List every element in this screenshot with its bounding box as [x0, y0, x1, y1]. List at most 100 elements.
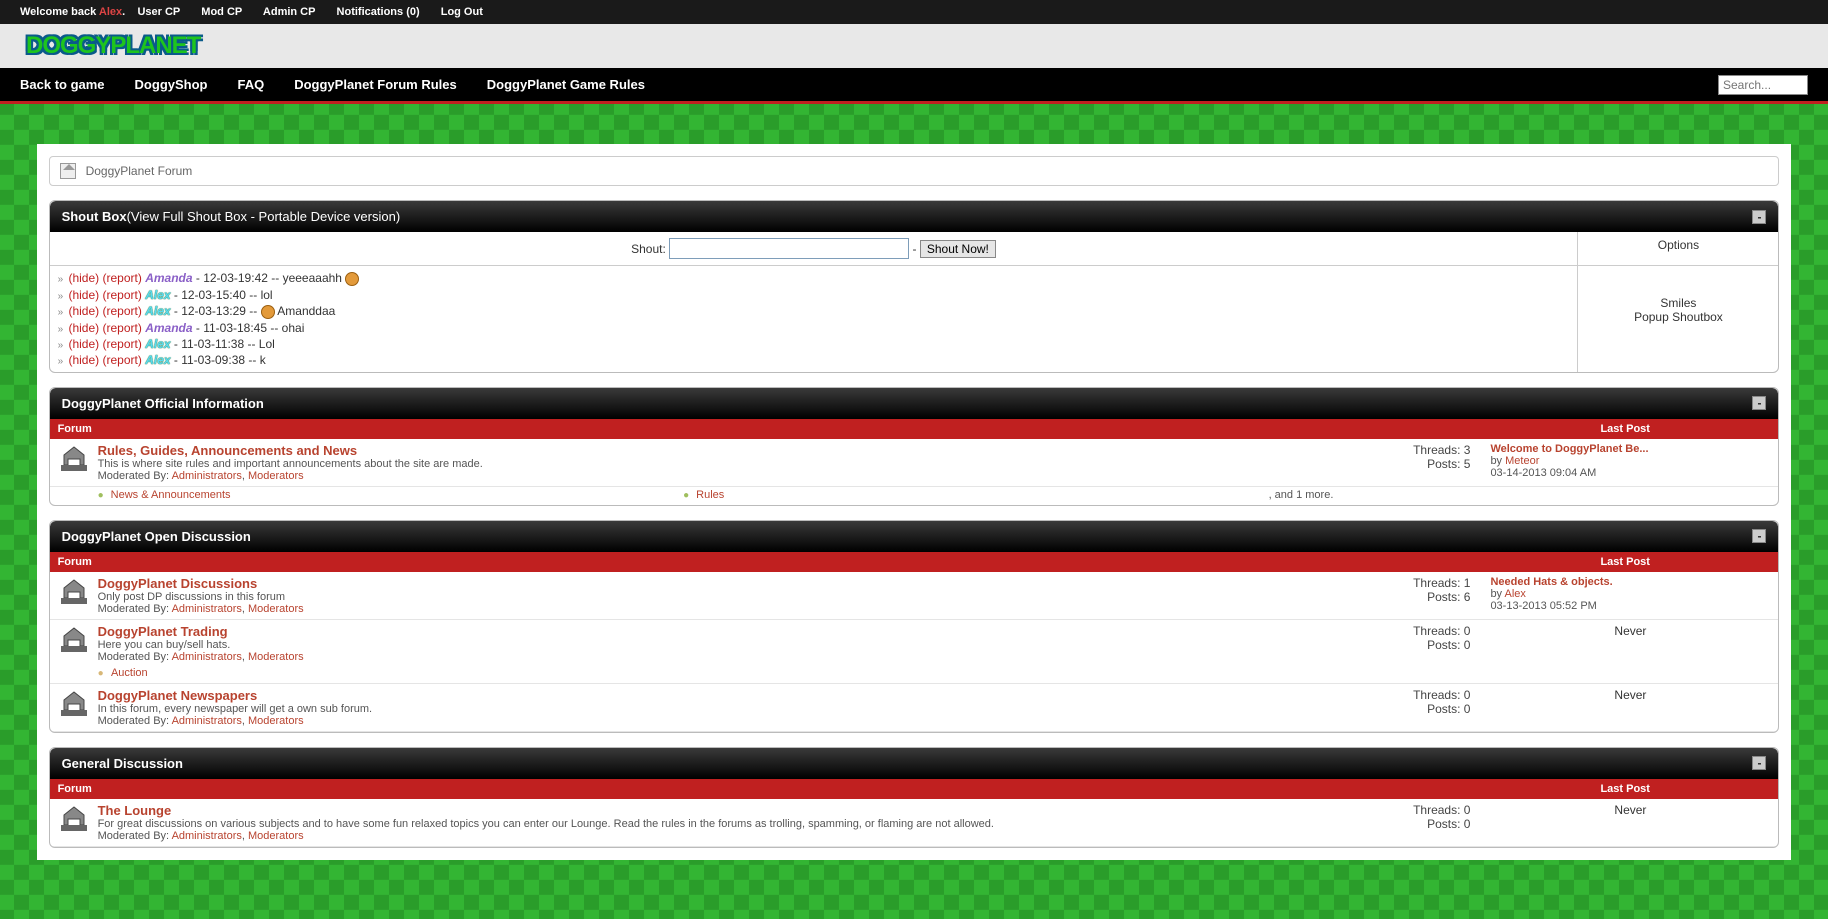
mod-admins[interactable]: Administrators [172, 715, 242, 727]
posts-count: Posts: 0 [1390, 638, 1470, 652]
admincp-link[interactable]: Admin CP [263, 6, 316, 18]
emoji-icon [261, 305, 275, 319]
last-post-title[interactable]: Needed Hats & objects. [1490, 576, 1612, 588]
nav-back[interactable]: Back to game [20, 77, 105, 92]
last-never: Never [1490, 688, 1770, 702]
forum-link[interactable]: The Lounge [98, 803, 172, 818]
by-pre: by [1490, 588, 1504, 600]
subforum-link[interactable]: Auction [111, 667, 148, 679]
home-icon[interactable] [60, 163, 76, 179]
threads-count: Threads: 1 [1390, 576, 1470, 590]
cat-title: General Discussion [62, 756, 183, 771]
col-forum: Forum [58, 423, 92, 435]
breadcrumb: DoggyPlanet Forum [49, 156, 1780, 186]
hide-link[interactable]: (hide) [68, 304, 99, 318]
mod-admins[interactable]: Administrators [172, 651, 242, 663]
posts-count: Posts: 0 [1390, 702, 1470, 716]
nav-forum-rules[interactable]: DoggyPlanet Forum Rules [294, 77, 457, 92]
forum-link[interactable]: DoggyPlanet Discussions [98, 576, 258, 591]
hide-link[interactable]: (hide) [68, 271, 99, 285]
shout-input[interactable] [669, 238, 909, 259]
subforum-link[interactable]: Rules [696, 489, 724, 501]
shout-message: » (hide) (report) Alex - 11-03-11:38 -- … [58, 336, 1570, 352]
threads-count: Threads: 0 [1390, 688, 1470, 702]
smiles-link[interactable]: Smiles [1660, 296, 1696, 310]
forum-row: DoggyPlanet Trading Here you can buy/sel… [50, 620, 1779, 684]
mod-mods[interactable]: Moderators [248, 715, 304, 727]
collapse-icon[interactable]: - [1752, 396, 1766, 410]
emoji-icon [345, 272, 359, 286]
mod-pre: Moderated By: [98, 470, 172, 482]
shout-user[interactable]: Alex [145, 337, 170, 351]
forum-desc: In this forum, every newspaper will get … [98, 703, 1391, 715]
topbar: Welcome back Alex. User CP Mod CP Admin … [0, 0, 1828, 24]
nav-game-rules[interactable]: DoggyPlanet Game Rules [487, 77, 645, 92]
shoutbox-subtitle[interactable]: (View Full Shout Box - Portable Device v… [127, 209, 401, 224]
forum-icon [58, 576, 98, 615]
nav-shop[interactable]: DoggyShop [135, 77, 208, 92]
report-link[interactable]: (report) [103, 321, 142, 335]
shout-user[interactable]: Alex [145, 353, 170, 367]
mod-admins[interactable]: Administrators [172, 603, 242, 615]
subforum-link[interactable]: News & Announcements [111, 489, 231, 501]
shout-now-button[interactable]: Shout Now! [920, 240, 996, 258]
forum-desc: Here you can buy/sell hats. [98, 639, 1391, 651]
arrow-icon: » [58, 291, 64, 302]
mod-mods[interactable]: Moderators [248, 603, 304, 615]
bullet-icon: ● [683, 490, 689, 501]
forum-link[interactable]: Rules, Guides, Announcements and News [98, 443, 358, 458]
mod-admins[interactable]: Administrators [172, 470, 242, 482]
collapse-icon[interactable]: - [1752, 756, 1766, 770]
logout-link[interactable]: Log Out [441, 6, 483, 18]
nav-faq[interactable]: FAQ [237, 77, 264, 92]
cat-title: DoggyPlanet Official Information [62, 396, 264, 411]
mod-pre: Moderated By: [98, 603, 172, 615]
shoutbox-title: Shout Box [62, 209, 127, 224]
forum-link[interactable]: DoggyPlanet Trading [98, 624, 228, 639]
last-never: Never [1490, 624, 1770, 638]
mod-pre: Moderated By: [98, 830, 172, 842]
shout-message: » (hide) (report) Alex - 11-03-09:38 -- … [58, 352, 1570, 368]
mod-mods[interactable]: Moderators [248, 651, 304, 663]
last-post-author[interactable]: Alex [1505, 588, 1526, 600]
shout-user[interactable]: Amanda [145, 271, 192, 285]
popup-shoutbox-link[interactable]: Popup Shoutbox [1634, 310, 1723, 324]
forum-row: The Lounge For great discussions on vari… [50, 799, 1779, 847]
mod-mods[interactable]: Moderators [248, 830, 304, 842]
arrow-icon: » [58, 340, 64, 351]
report-link[interactable]: (report) [103, 337, 142, 351]
last-never: Never [1490, 803, 1770, 817]
report-link[interactable]: (report) [103, 304, 142, 318]
collapse-icon[interactable]: - [1752, 529, 1766, 543]
shout-message: » (hide) (report) Alex - 12-03-15:40 -- … [58, 287, 1570, 303]
arrow-icon: » [58, 274, 64, 285]
hide-link[interactable]: (hide) [68, 353, 99, 367]
report-link[interactable]: (report) [103, 353, 142, 367]
usercp-link[interactable]: User CP [137, 6, 180, 18]
hide-link[interactable]: (hide) [68, 337, 99, 351]
shout-user[interactable]: Amanda [145, 321, 192, 335]
posts-count: Posts: 5 [1390, 457, 1470, 471]
search-input[interactable] [1718, 75, 1808, 95]
modcp-link[interactable]: Mod CP [201, 6, 242, 18]
col-last: Last Post [1600, 556, 1770, 568]
hide-link[interactable]: (hide) [68, 321, 99, 335]
shout-user[interactable]: Alex [145, 304, 170, 318]
notifications-link[interactable]: Notifications (0) [337, 6, 420, 18]
collapse-icon[interactable]: - [1752, 210, 1766, 224]
last-post-author[interactable]: Meteor [1505, 455, 1539, 467]
mod-admins[interactable]: Administrators [172, 830, 242, 842]
sub-more: , and 1 more. [1269, 489, 1334, 501]
shout-text: - 11-03-11:38 -- Lol [171, 337, 275, 351]
last-post-title[interactable]: Welcome to DoggyPlanet Be... [1490, 443, 1648, 455]
shout-user[interactable]: Alex [145, 288, 170, 302]
breadcrumb-current[interactable]: DoggyPlanet Forum [86, 164, 193, 178]
forum-link[interactable]: DoggyPlanet Newspapers [98, 688, 258, 703]
report-link[interactable]: (report) [103, 288, 142, 302]
hide-link[interactable]: (hide) [68, 288, 99, 302]
shout-text: - 12-03-19:42 -- yeeeaaahh [193, 271, 346, 285]
site-logo[interactable]: DOGGYPLANET [20, 30, 206, 62]
report-link[interactable]: (report) [103, 271, 142, 285]
mod-pre: Moderated By: [98, 651, 172, 663]
mod-mods[interactable]: Moderators [248, 470, 304, 482]
